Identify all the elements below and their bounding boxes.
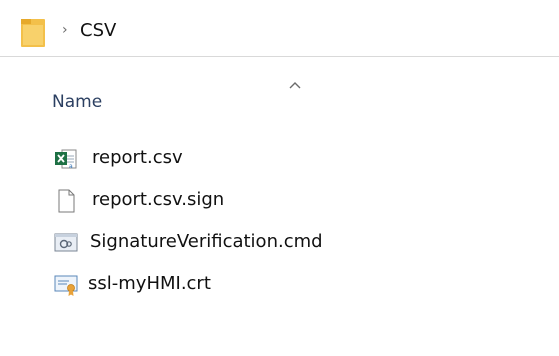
folder-icon [21, 19, 45, 47]
file-name: ssl-myHMI.crt [88, 273, 211, 294]
excel-csv-icon: a [55, 149, 77, 170]
file-explorer-window: › CSV Name a report.csv report.csv.sign … [0, 0, 559, 356]
file-row[interactable]: SignatureVerification.cmd [0, 222, 559, 264]
sort-ascending-icon [289, 82, 301, 89]
file-name: SignatureVerification.cmd [90, 231, 323, 252]
file-row[interactable]: report.csv.sign [0, 180, 559, 222]
breadcrumb-separator-chevron-icon[interactable]: › [62, 22, 68, 38]
breadcrumb-item-csv[interactable]: CSV [80, 20, 116, 41]
file-name: report.csv.sign [92, 189, 225, 210]
column-header-name[interactable]: Name [52, 92, 102, 112]
svg-text:a: a [69, 163, 73, 170]
certificate-icon [54, 275, 78, 296]
file-name: report.csv [92, 147, 183, 168]
file-row[interactable]: a report.csv [0, 138, 559, 180]
blank-file-icon [58, 189, 75, 213]
file-list: a report.csv report.csv.sign SignatureVe… [0, 138, 559, 306]
address-bar[interactable]: › CSV [0, 12, 559, 57]
cmd-script-icon [54, 233, 78, 252]
file-row[interactable]: ssl-myHMI.crt [0, 264, 559, 306]
